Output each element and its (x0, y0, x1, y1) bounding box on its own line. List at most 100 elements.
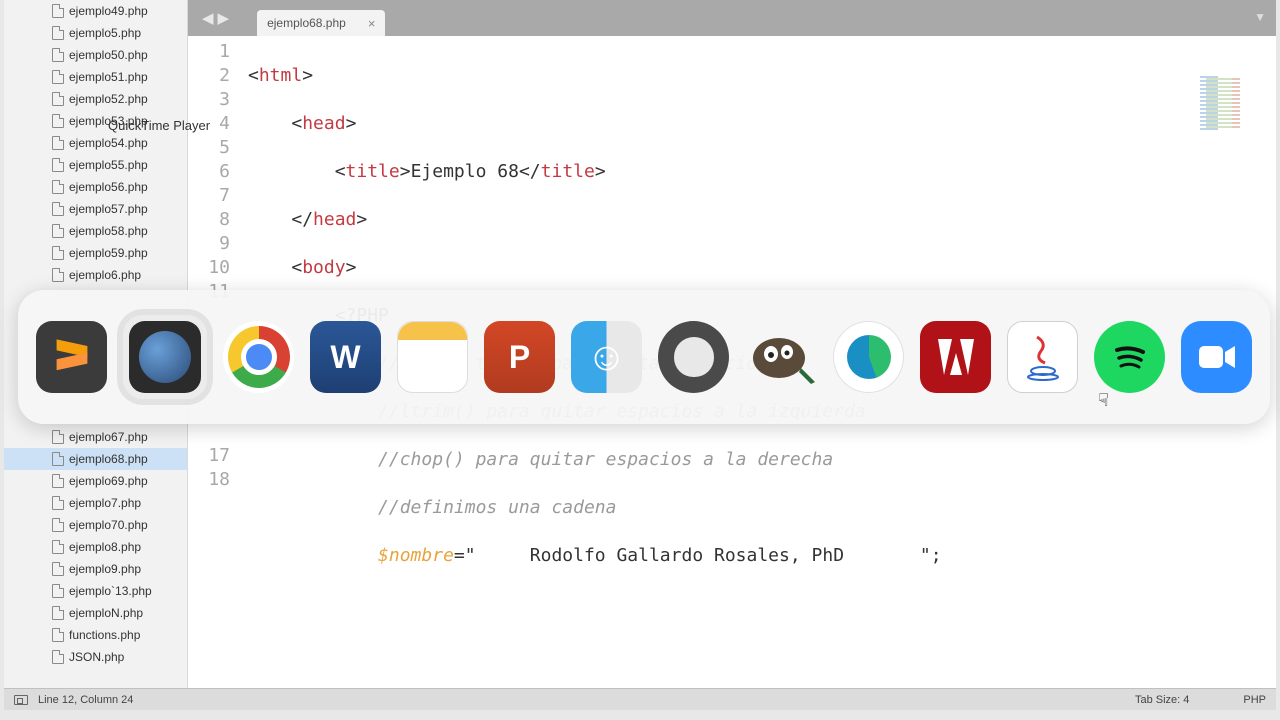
tab-label: ejemplo68.php (267, 16, 346, 30)
file-item[interactable]: ejemplo57.php (4, 198, 187, 220)
dock-app-sublime[interactable] (36, 321, 107, 393)
file-icon (52, 26, 64, 40)
status-language[interactable]: PHP (1243, 694, 1266, 706)
file-item[interactable]: ejemplo7.php (4, 492, 187, 514)
file-label: ejemplo9.php (69, 562, 141, 576)
file-icon (52, 430, 64, 444)
file-label: ejemplo58.php (69, 224, 148, 238)
file-item[interactable]: ejemplo70.php (4, 514, 187, 536)
file-item[interactable]: ejemplo56.php (4, 176, 187, 198)
file-icon (52, 474, 64, 488)
dock-tooltip: QuickTime Player (108, 118, 210, 133)
word-glyph: W (330, 339, 360, 376)
file-item[interactable]: ejemplo`13.php (4, 580, 187, 602)
ppt-glyph: P (509, 339, 530, 376)
file-label: JSON.php (69, 650, 124, 664)
dock-app-powerpoint[interactable]: P (484, 321, 555, 393)
dock-app-spotify[interactable] (1094, 321, 1165, 393)
nav-forward-icon[interactable]: ▶ (218, 9, 230, 27)
dock-app-notes[interactable] (397, 321, 468, 393)
dock-app-webex[interactable] (833, 321, 904, 393)
file-icon (52, 452, 64, 466)
file-label: ejemplo49.php (69, 4, 148, 18)
file-icon (52, 496, 64, 510)
file-icon (52, 92, 64, 106)
file-item[interactable]: JSON.php (4, 646, 187, 668)
tab-menu-icon[interactable]: ▼ (1254, 10, 1266, 24)
file-item[interactable]: ejemplo51.php (4, 66, 187, 88)
panel-icon[interactable] (14, 695, 28, 705)
file-item[interactable]: ejemplo67.php (4, 426, 187, 448)
dock-app-finder[interactable]: ☺ (571, 321, 642, 393)
status-tabsize[interactable]: Tab Size: 4 (1135, 694, 1189, 706)
file-label: ejemplo6.php (69, 268, 141, 282)
file-icon (52, 4, 64, 18)
dock: W P ☺ (18, 290, 1270, 424)
file-item[interactable]: functions.php (4, 624, 187, 646)
file-icon (52, 606, 64, 620)
status-position: Line 12, Column 24 (38, 694, 133, 706)
file-icon (52, 158, 64, 172)
comment-line: //definimos una cadena (378, 497, 616, 518)
dock-app-word[interactable]: W (310, 321, 381, 393)
file-item[interactable]: ejemplo50.php (4, 44, 187, 66)
dock-app-gimp[interactable] (745, 321, 817, 393)
tab-nav: ◀ ▶ (196, 0, 235, 36)
file-item[interactable]: ejemplo9.php (4, 558, 187, 580)
file-label: ejemplo69.php (69, 474, 148, 488)
cursor-icon: ☟ (1098, 390, 1109, 411)
dock-app-zoom[interactable] (1181, 321, 1252, 393)
file-item[interactable]: ejemplo55.php (4, 154, 187, 176)
file-icon (52, 114, 64, 128)
nav-back-icon[interactable]: ◀ (202, 9, 214, 27)
file-item[interactable]: ejemplo69.php (4, 470, 187, 492)
file-label: ejemplo54.php (69, 136, 148, 150)
dock-app-adobe[interactable] (920, 321, 991, 393)
file-label: ejemplo57.php (69, 202, 148, 216)
file-icon (52, 246, 64, 260)
file-label: ejemplo70.php (69, 518, 148, 532)
file-icon (52, 540, 64, 554)
file-label: ejemplo55.php (69, 158, 148, 172)
file-item[interactable]: ejemplo59.php (4, 242, 187, 264)
file-label: ejemplo56.php (69, 180, 148, 194)
file-label: ejemplo51.php (69, 70, 148, 84)
file-item[interactable]: ejemplo5.php (4, 22, 187, 44)
dock-app-chrome[interactable] (223, 321, 294, 393)
dock-app-java[interactable] (1007, 321, 1078, 393)
file-item[interactable]: ejemplo6.php (4, 264, 187, 286)
dock-app-mamp[interactable] (658, 321, 729, 393)
file-label: ejemplo5.php (69, 26, 141, 40)
file-label: functions.php (69, 628, 140, 642)
tab-close-icon[interactable]: × (368, 16, 376, 31)
file-item[interactable]: ejemplo8.php (4, 536, 187, 558)
php-string: =" Rodolfo Gallardo Rosales, PhD "; (454, 545, 942, 566)
file-item[interactable]: ejemplo68.php (4, 448, 187, 470)
file-item[interactable]: ejemploN.php (4, 602, 187, 624)
file-icon (52, 224, 64, 238)
minimap[interactable] (1200, 76, 1272, 130)
file-icon (52, 584, 64, 598)
file-item[interactable]: ejemplo54.php (4, 132, 187, 154)
file-label: ejemplo7.php (69, 496, 141, 510)
file-label: ejemplo59.php (69, 246, 148, 260)
file-icon (52, 48, 64, 62)
file-label: ejemplo`13.php (69, 584, 152, 598)
file-item[interactable]: ejemplo49.php (4, 0, 187, 22)
php-variable: $nombre (378, 545, 454, 566)
tab-active[interactable]: ejemplo68.php × (257, 10, 385, 36)
file-icon (52, 268, 64, 282)
file-icon (52, 180, 64, 194)
title-text: Ejemplo 68 (411, 161, 519, 182)
file-item[interactable]: ejemplo52.php (4, 88, 187, 110)
file-label: ejemplo67.php (69, 430, 148, 444)
dock-app-quicktime[interactable] (123, 315, 207, 399)
file-label: ejemplo68.php (69, 452, 148, 466)
file-label: ejemploN.php (69, 606, 143, 620)
file-icon (52, 562, 64, 576)
file-label: ejemplo52.php (69, 92, 148, 106)
file-item[interactable]: ejemplo58.php (4, 220, 187, 242)
file-label: ejemplo8.php (69, 540, 141, 554)
file-icon (52, 518, 64, 532)
file-icon (52, 628, 64, 642)
